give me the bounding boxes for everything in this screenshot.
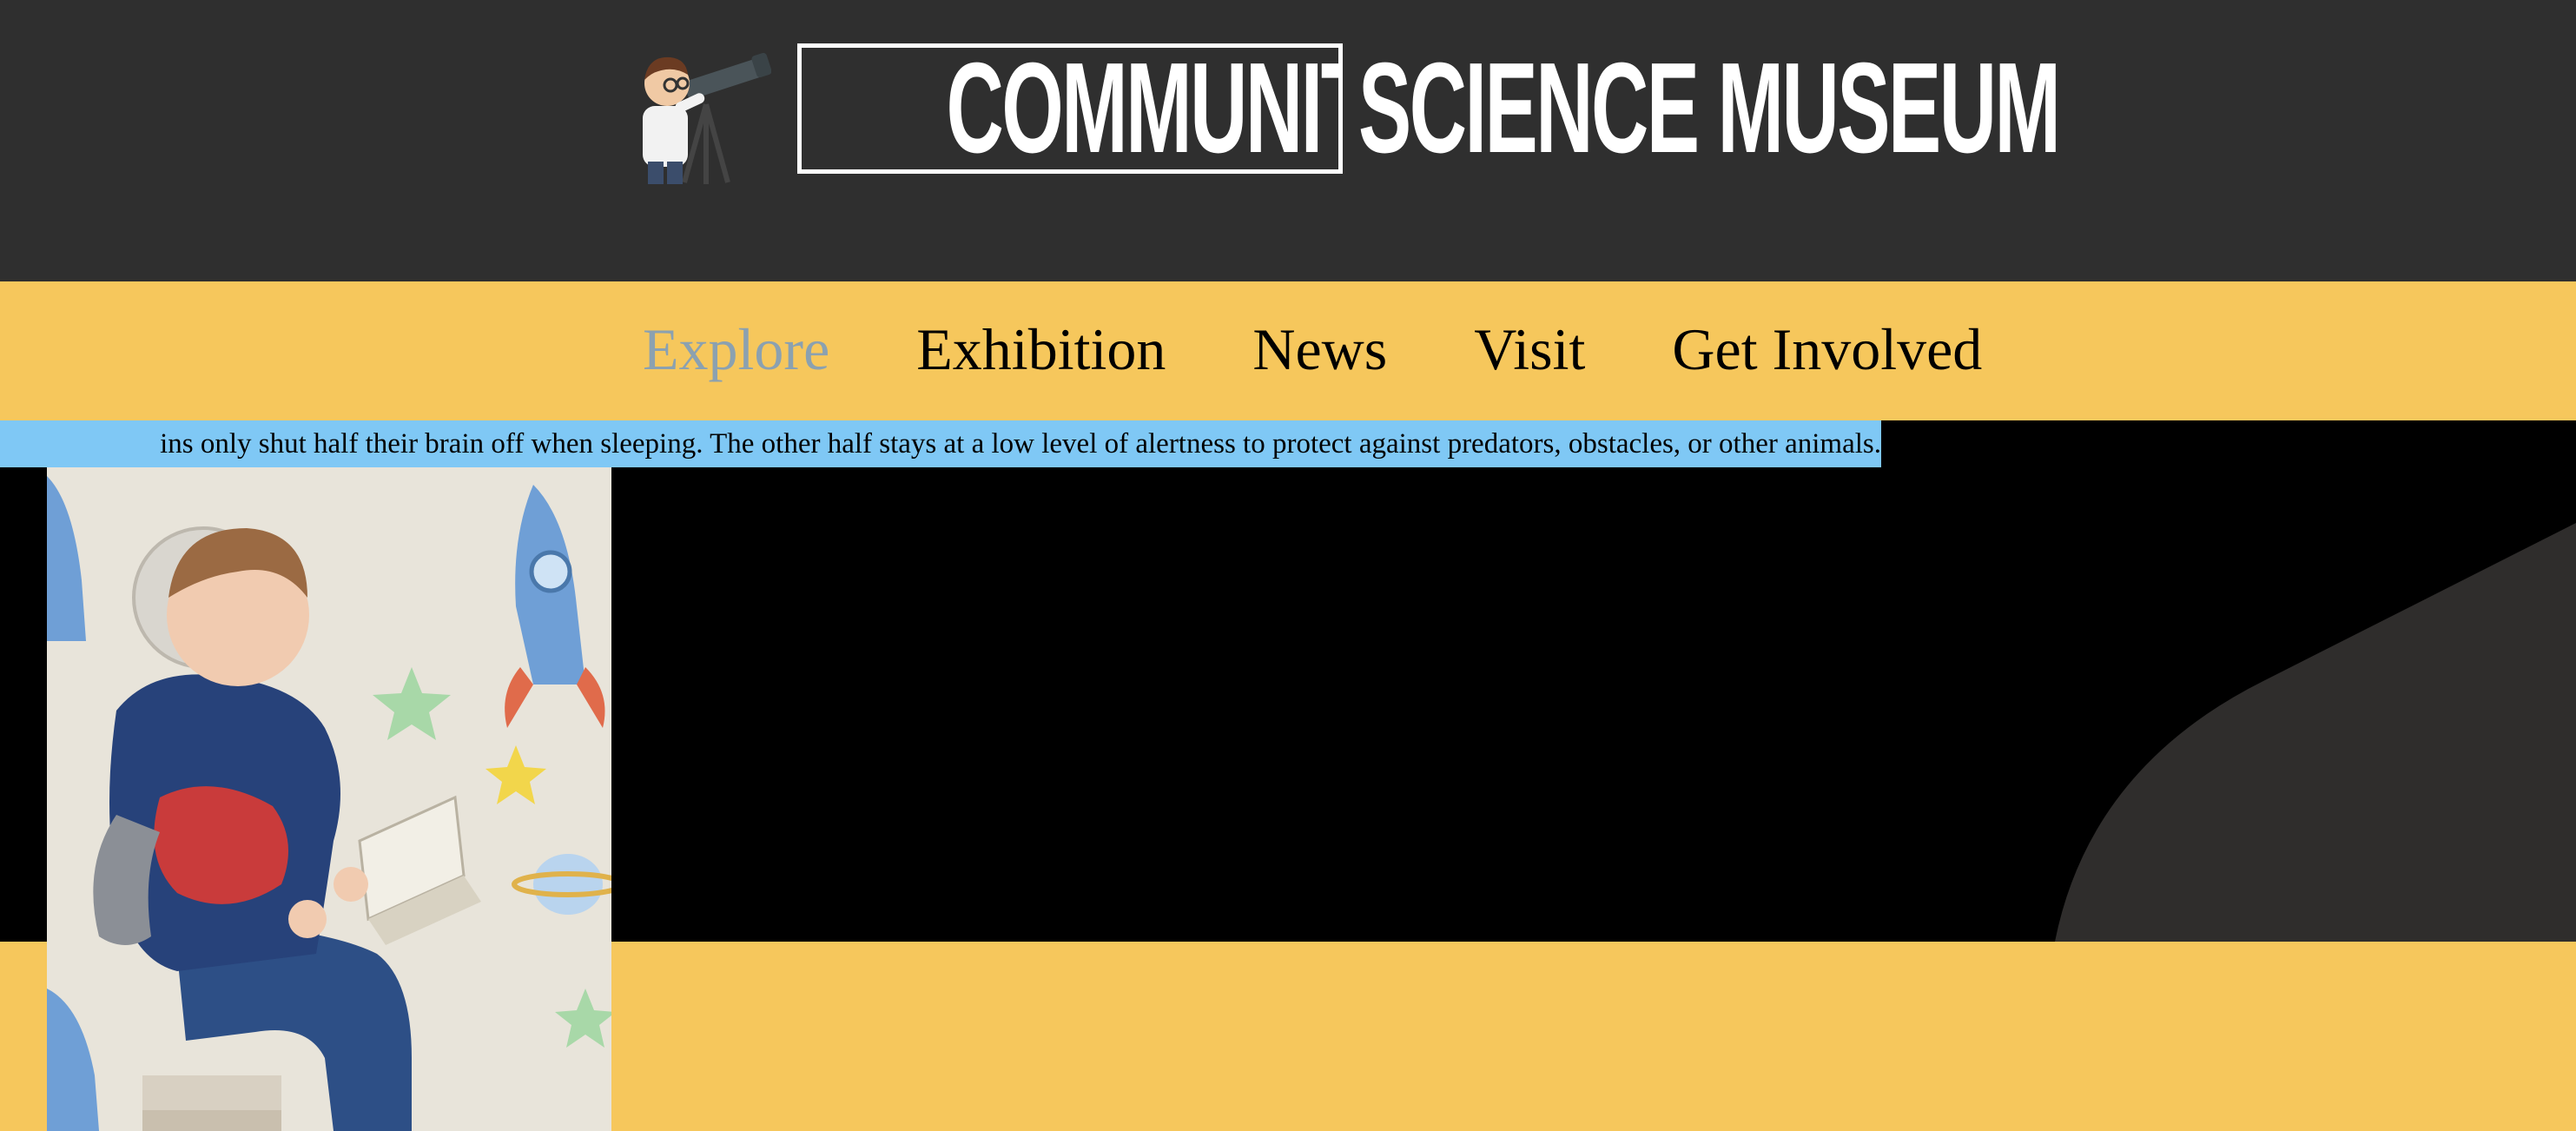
- child-reading-illustration: [47, 467, 611, 1131]
- nav-item-news[interactable]: News: [1252, 314, 1387, 384]
- nav-list: Explore Exhibition News Visit Get Involv…: [643, 314, 2069, 384]
- scientist-telescope-icon: [643, 52, 771, 184]
- site-header: COMMUNITY SCIENCE MUSEUM: [0, 0, 2576, 281]
- nav-item-visit[interactable]: Visit: [1474, 314, 1585, 384]
- main-navigation: Explore Exhibition News Visit Get Involv…: [0, 281, 2576, 420]
- nav-item-get-involved[interactable]: Get Involved: [1672, 314, 1982, 384]
- fun-fact-highlight: ins only shut half their brain off when …: [0, 420, 1881, 467]
- fun-fact-text: ins only shut half their brain off when …: [160, 428, 1881, 460]
- nav-item-explore[interactable]: Explore: [643, 314, 829, 384]
- decorative-curve-shape: [2055, 523, 2576, 942]
- nav-item-exhibition[interactable]: Exhibition: [916, 314, 1166, 384]
- logo-community-text: COMMUNITY: [797, 43, 1343, 174]
- site-logo[interactable]: COMMUNITY SCIENCE MUSEUM: [632, 40, 2109, 188]
- child-reading-photo: [47, 467, 611, 1131]
- logo-science-museum-text: SCIENCE MUSEUM: [1358, 36, 2061, 180]
